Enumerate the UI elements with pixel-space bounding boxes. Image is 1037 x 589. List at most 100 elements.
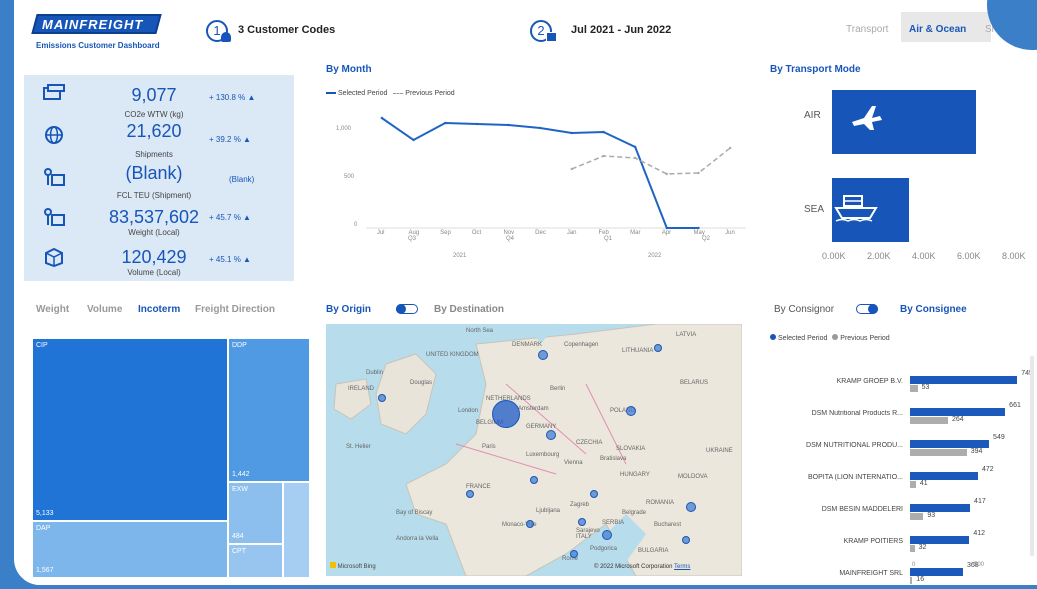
consignee-4-value-selected: 417 [974, 498, 986, 505]
consignee-4-bar-selected[interactable] [910, 504, 971, 512]
treemap-cell-cip[interactable]: CIP 5,133 [32, 338, 228, 521]
consignee-2-label: DSM NUTRITIONAL PRODU... [806, 442, 903, 449]
point-previous-mar[interactable] [633, 156, 637, 160]
point-previous-jan[interactable] [570, 167, 574, 171]
tab-freight-direction[interactable]: Freight Direction [195, 304, 275, 315]
treemap-chart: CIP 5,133 DDP 1,442 DAP 1,567 EXW 484 CP… [32, 338, 310, 578]
treemap-cell-dap[interactable]: DAP 1,567 [32, 521, 228, 578]
consignee-4-value-previous: 93 [927, 512, 936, 519]
consignee-1-bar-selected[interactable] [910, 408, 1006, 416]
series-line-selected [381, 117, 699, 229]
customer-codes-filter[interactable]: 3 Customer Codes [238, 24, 335, 36]
treemap-cell-cpt[interactable]: CPT [228, 544, 283, 578]
tab-by-consignor[interactable]: By Consignor [774, 304, 834, 315]
treemap-label-dap: DAP [36, 525, 51, 532]
terms-link[interactable]: Terms [674, 564, 690, 570]
consignee-2-bar-selected[interactable] [910, 440, 990, 448]
consignee-0-label: KRAMP GROEP B.V. [836, 378, 903, 385]
point-selected-jan[interactable] [570, 131, 574, 135]
origin-bubble[interactable] [530, 476, 538, 484]
origin-bubble[interactable] [626, 406, 636, 416]
consignee-5-bar-previous[interactable] [910, 545, 915, 552]
origin-bubble[interactable] [538, 350, 548, 360]
consignee-0-bar-selected[interactable] [910, 376, 1018, 384]
tab-by-consignee[interactable]: By Consignee [900, 304, 967, 315]
point-selected-aug[interactable] [412, 138, 415, 142]
point-selected-mar[interactable] [633, 145, 637, 149]
origin-map[interactable]: North Sea DENMARK Copenhagen LITHUANIA LATVI… [326, 324, 742, 576]
bing-label: Microsoft Bing [337, 564, 376, 570]
tab-weight[interactable]: Weight [36, 304, 69, 315]
logo-text: MAINFREIGHT [42, 17, 144, 32]
kpi-co2-label: CO2e WTW (kg) [124, 110, 184, 119]
date-range-filter[interactable]: Jul 2021 - Jun 2022 [571, 24, 671, 36]
consignee-5-bar-selected[interactable] [910, 536, 970, 544]
consignee-6-bar-selected[interactable] [910, 568, 963, 576]
origin-bubble[interactable] [590, 490, 598, 498]
treemap-cell-ddp[interactable]: DDP 1,442 [228, 338, 310, 482]
origin-bubble[interactable] [578, 518, 586, 526]
consignee-3-bar-selected[interactable] [910, 472, 978, 480]
origin-bubble[interactable] [570, 550, 578, 558]
box-icon [45, 247, 63, 267]
point-selected-may[interactable] [697, 226, 700, 230]
point-previous-jun[interactable] [728, 146, 732, 150]
tab-by-origin[interactable]: By Origin [326, 304, 371, 315]
map-label-slovakia: SLOVAKIA [616, 446, 646, 452]
tab-incoterm[interactable]: Incoterm [138, 304, 180, 315]
kpi-co2-value: 9,077 [131, 85, 177, 105]
point-previous-may[interactable] [697, 171, 700, 175]
map-label-sarajevo: Sarajevo [576, 528, 600, 534]
consignee-4-label: DSM BESIN MADDELERI [821, 506, 903, 513]
origin-bubble[interactable] [686, 502, 696, 512]
consignee-6-bar-previous[interactable] [910, 577, 913, 584]
tab-volume[interactable]: Volume [87, 304, 122, 315]
origin-bubble[interactable] [682, 536, 690, 544]
origin-bubble[interactable] [602, 530, 612, 540]
point-selected-oct[interactable] [475, 122, 479, 126]
point-selected-jul[interactable] [380, 116, 384, 120]
origin-bubble[interactable] [378, 394, 386, 402]
origin-destination-toggle[interactable] [396, 304, 418, 314]
consignee-x-tick-0: 0 [912, 562, 916, 568]
treemap-cell-small[interactable] [283, 482, 310, 578]
origin-bubble[interactable] [466, 490, 474, 498]
quarter-q4: Q4 [506, 236, 515, 242]
point-selected-feb[interactable] [602, 130, 605, 134]
origin-bubble[interactable] [654, 344, 662, 352]
consignee-1-bar-previous[interactable] [910, 417, 949, 424]
consignee-1-label: DSM Nutritional Products R... [811, 410, 903, 417]
consignee-scrollbar[interactable] [1030, 356, 1034, 556]
kpi-fcl-teu-value: (Blank) [125, 163, 183, 183]
point-selected-sep[interactable] [443, 121, 447, 125]
mode-tab-transport[interactable]: Transport [846, 24, 888, 35]
container-icon [44, 208, 65, 226]
consignee-3-bar-previous[interactable] [910, 481, 916, 488]
consignor-consignee-toggle[interactable] [856, 304, 878, 314]
kpi-weight-label: Weight (Local) [128, 228, 180, 237]
point-previous-feb[interactable] [602, 154, 605, 158]
consignee-0-bar-previous[interactable] [910, 385, 918, 392]
transport-x-tick-2: 4.00K [912, 251, 936, 261]
origin-bubble-netherlands[interactable] [492, 400, 520, 428]
point-previous-apr[interactable] [665, 172, 669, 176]
point-selected-dec[interactable] [538, 126, 542, 130]
origin-bubble[interactable] [526, 520, 534, 528]
consignee-legend-previous: Previous Period [840, 335, 890, 342]
consignee-2-bar-previous[interactable] [910, 449, 967, 456]
tab-by-destination[interactable]: By Destination [434, 304, 504, 315]
mode-tab-air-ocean-label: Air & Ocean [909, 24, 967, 35]
consignee-6-label: MAINFREIGHT SRL [839, 570, 903, 577]
consignee-4-bar-previous[interactable] [910, 513, 924, 520]
consignee-2-value-selected: 549 [993, 434, 1005, 441]
origin-bubble[interactable] [546, 430, 556, 440]
map-label-belarus: BELARUS [680, 380, 709, 386]
globe-icon [45, 126, 63, 144]
map-label-italy: ITALY [576, 534, 592, 540]
y-tick-500: 500 [344, 174, 355, 180]
map-landmass [333, 324, 742, 576]
consignee-legend-selected: Selected Period [777, 335, 828, 342]
point-selected-nov[interactable] [507, 123, 510, 127]
point-selected-apr[interactable] [665, 226, 669, 230]
treemap-cell-exw[interactable]: EXW 484 [228, 482, 283, 544]
